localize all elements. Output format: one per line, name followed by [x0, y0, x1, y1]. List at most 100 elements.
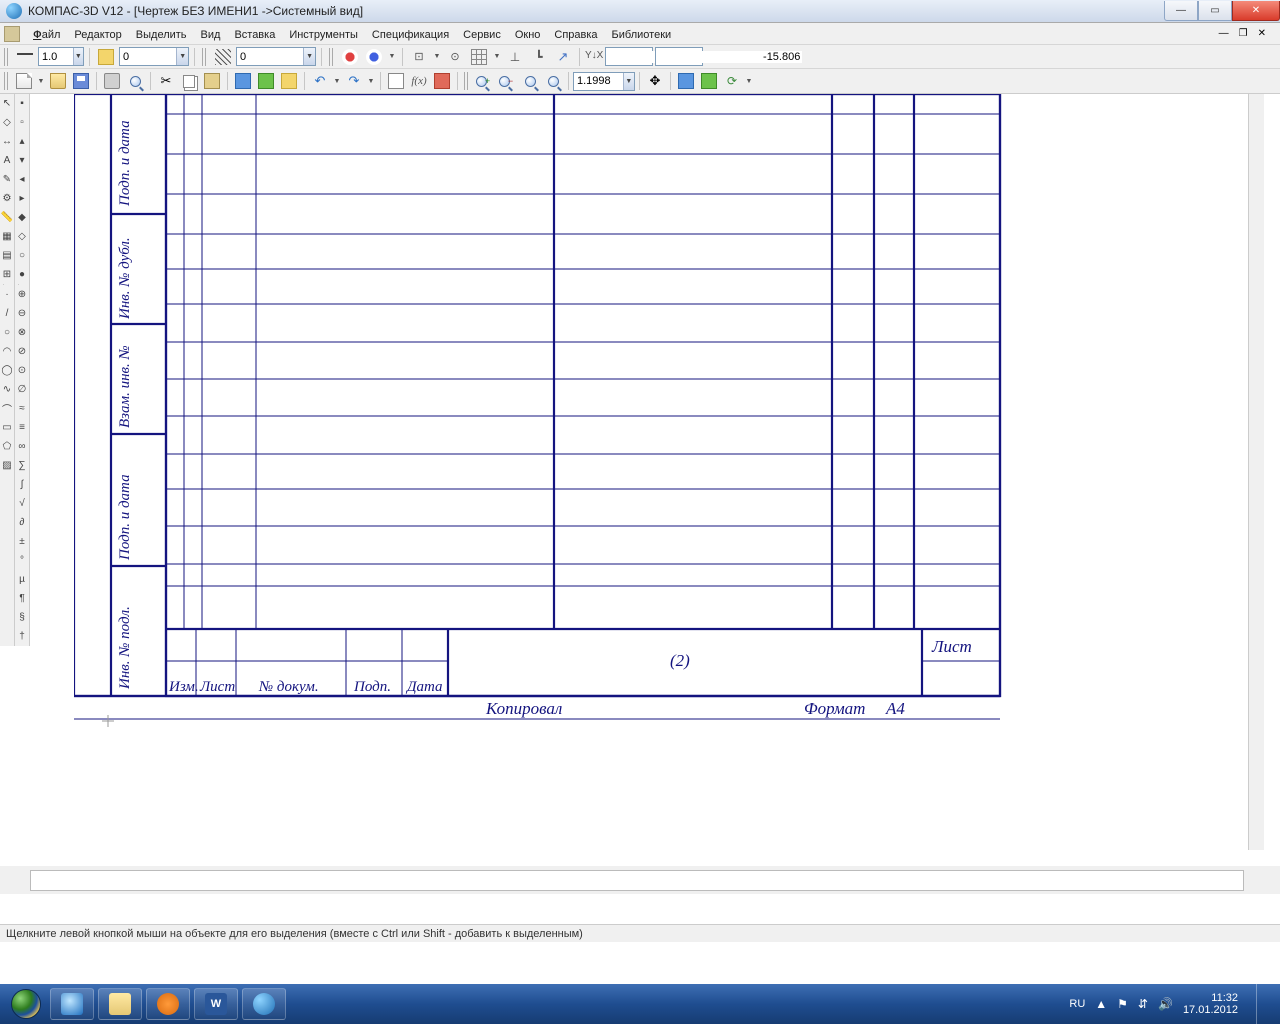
dropdown-icon[interactable]: ▼ [432, 46, 442, 68]
task-wmp[interactable] [146, 988, 190, 1020]
param-icon[interactable]: ⚙ [0, 189, 14, 208]
menu-select[interactable]: Выделить [129, 25, 194, 43]
v2-10-icon[interactable]: ● [15, 265, 29, 284]
menu-libs[interactable]: Библиотеки [605, 25, 679, 43]
tray-network-icon[interactable]: ⇵ [1138, 997, 1148, 1011]
drawing-canvas[interactable]: Инв. № подл. Подп. и дата Взам. инв. № И… [30, 94, 1264, 866]
variables-icon[interactable]: f(x) [408, 70, 430, 92]
chevron-down-icon[interactable]: ▼ [623, 73, 634, 90]
state-combo[interactable]: ▼ [236, 47, 316, 66]
attrs-icon[interactable] [255, 70, 277, 92]
circle-tool-icon[interactable]: ○ [0, 323, 14, 342]
menu-insert[interactable]: Вставка [227, 25, 282, 43]
zoom-in-icon[interactable]: + [473, 70, 495, 92]
hatch-tool-icon[interactable]: ▨ [0, 456, 14, 475]
edit-icon[interactable]: ✎ [0, 170, 14, 189]
new-doc-icon[interactable] [13, 70, 35, 92]
y-coord-input[interactable] [656, 51, 802, 63]
line-tool-icon[interactable]: / [0, 304, 14, 323]
preview-icon[interactable] [124, 70, 146, 92]
menu-help[interactable]: Справка [547, 25, 604, 43]
maximize-button[interactable]: ▭ [1198, 1, 1232, 21]
v2-12-icon[interactable]: ⊖ [15, 304, 29, 323]
redo-icon[interactable]: ↷ [343, 70, 365, 92]
select-icon[interactable]: ▦ [0, 227, 14, 246]
v2-14-icon[interactable]: ⊘ [15, 342, 29, 361]
x-coord-box[interactable] [605, 47, 653, 66]
mdi-minimize[interactable]: — [1215, 28, 1233, 39]
menu-editor[interactable]: Редактор [67, 25, 128, 43]
cut-icon[interactable]: ✂ [155, 70, 177, 92]
snap-end-icon[interactable]: ⊡ [408, 46, 430, 68]
toolbar-grip[interactable] [464, 72, 470, 90]
menu-window[interactable]: Окно [508, 25, 548, 43]
print-icon[interactable] [101, 70, 123, 92]
drawing-sheet[interactable]: Инв. № подл. Подп. и дата Взам. инв. № И… [74, 94, 1020, 814]
chevron-down-icon[interactable]: ▼ [176, 48, 188, 65]
magnet-off-icon[interactable] [363, 46, 385, 68]
menu-spec[interactable]: Спецификация [365, 25, 456, 43]
task-ie[interactable] [50, 988, 94, 1020]
hatch-icon[interactable] [212, 46, 234, 68]
menu-tools[interactable]: Инструменты [282, 25, 365, 43]
polygon-tool-icon[interactable]: ⬠ [0, 437, 14, 456]
measure-icon[interactable]: 📏 [0, 208, 14, 227]
point-tool-icon[interactable]: · [0, 285, 14, 304]
spec-panel-icon[interactable]: ▤ [0, 246, 14, 265]
v2-7-icon[interactable]: ◆ [15, 208, 29, 227]
minimize-button[interactable]: — [1164, 1, 1198, 21]
v2-18-icon[interactable]: ≡ [15, 418, 29, 437]
v2-6-icon[interactable]: ▸ [15, 189, 29, 208]
v2-22-icon[interactable]: √ [15, 494, 29, 513]
properties-icon[interactable] [232, 70, 254, 92]
state-input[interactable] [237, 51, 303, 63]
dimensions-icon[interactable]: ↔ [0, 132, 14, 151]
open-icon[interactable] [47, 70, 69, 92]
v2-16-icon[interactable]: ∅ [15, 380, 29, 399]
v2-23-icon[interactable]: ∂ [15, 513, 29, 532]
close-button[interactable]: ✕ [1232, 1, 1280, 21]
v2-2-icon[interactable]: ▫ [15, 113, 29, 132]
dropdown-icon[interactable]: ▼ [492, 46, 502, 68]
v2-8-icon[interactable]: ◇ [15, 227, 29, 246]
zoom-input[interactable] [574, 75, 623, 87]
ortho-arrow-icon[interactable]: ↗ [552, 46, 574, 68]
redraw-icon[interactable] [675, 70, 697, 92]
mdi-restore[interactable]: ❐ [1235, 28, 1252, 39]
spec-icon[interactable] [385, 70, 407, 92]
v2-24-icon[interactable]: ± [15, 532, 29, 551]
zoom-combo[interactable]: ▼ [573, 72, 635, 91]
v2-11-icon[interactable]: ⊕ [15, 285, 29, 304]
task-word[interactable]: W [194, 988, 238, 1020]
v2-28-icon[interactable]: § [15, 608, 29, 627]
v2-29-icon[interactable]: † [15, 627, 29, 646]
v2-9-icon[interactable]: ○ [15, 246, 29, 265]
toolbar-grip[interactable] [329, 48, 335, 66]
toolbar-grip[interactable] [4, 72, 10, 90]
tray-lang[interactable]: RU [1069, 998, 1085, 1010]
copy-props-icon[interactable] [278, 70, 300, 92]
snap-mid-icon[interactable]: ⊙ [444, 46, 466, 68]
ortho-icon[interactable]: ⊥ [504, 46, 526, 68]
tray-up-icon[interactable]: ▲ [1095, 997, 1107, 1011]
linewidth-input[interactable] [39, 51, 73, 63]
local-cs-icon[interactable]: ┗ [528, 46, 550, 68]
chevron-down-icon[interactable]: ▼ [73, 48, 83, 65]
text-icon[interactable]: A [0, 151, 14, 170]
zoom-prev-icon[interactable] [542, 70, 564, 92]
dropdown-icon[interactable]: ▼ [332, 70, 342, 92]
tray-clock[interactable]: 11:32 17.01.2012 [1183, 992, 1238, 1016]
copy-icon[interactable] [178, 70, 200, 92]
v2-21-icon[interactable]: ∫ [15, 475, 29, 494]
linewidth-combo[interactable]: ▼ [38, 47, 84, 66]
v2-1-icon[interactable]: ▪ [15, 94, 29, 113]
menu-service[interactable]: Сервис [456, 25, 508, 43]
rect-tool-icon[interactable]: ▭ [0, 418, 14, 437]
chevron-down-icon[interactable]: ▼ [303, 48, 315, 65]
v2-13-icon[interactable]: ⊗ [15, 323, 29, 342]
v2-19-icon[interactable]: ∞ [15, 437, 29, 456]
command-input[interactable] [30, 870, 1244, 891]
v2-20-icon[interactable]: ∑ [15, 456, 29, 475]
libraries-icon[interactable] [431, 70, 453, 92]
assoc-icon[interactable]: ⊞ [0, 265, 14, 284]
